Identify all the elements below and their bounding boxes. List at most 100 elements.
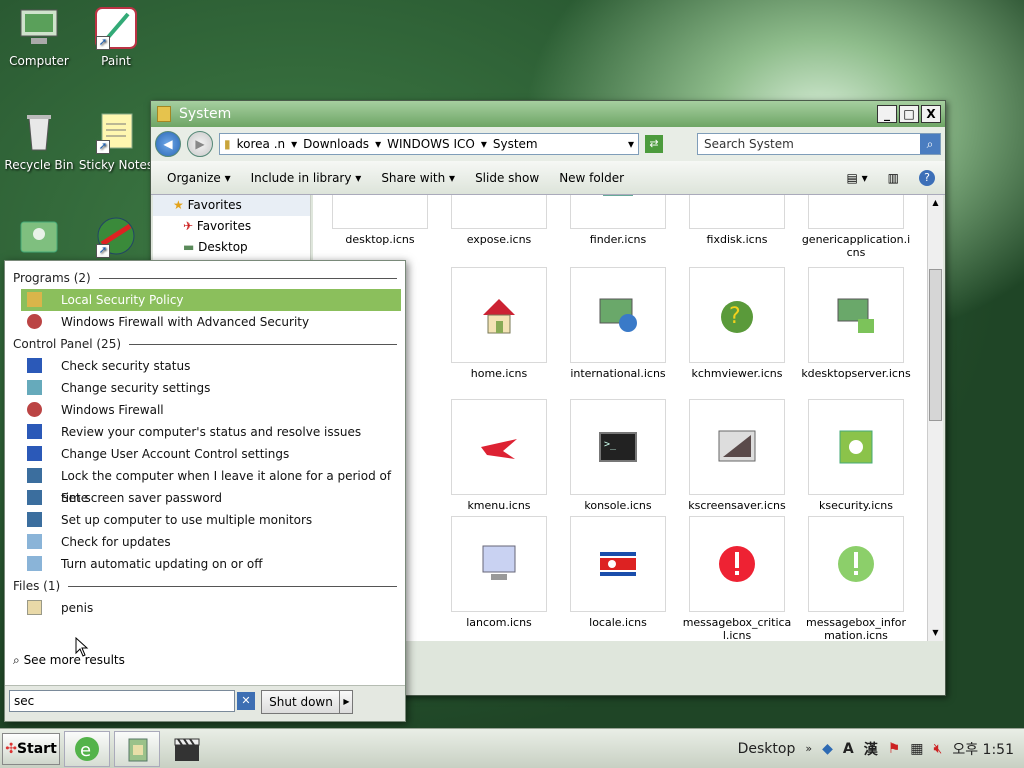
file-thumbnail: [808, 516, 904, 612]
desktop-icon-browser[interactable]: ➚: [78, 214, 154, 262]
breadcrumb-item[interactable]: korea .n: [237, 137, 286, 151]
minimize-button[interactable]: _: [877, 105, 897, 123]
mouse-cursor-icon: [75, 637, 89, 657]
result-control-item[interactable]: Set screen saver password: [21, 487, 401, 509]
file-item[interactable]: finder.icns: [563, 195, 673, 246]
result-control-item[interactable]: Set up computer to use multiple monitors: [21, 509, 401, 531]
file-thumbnail: [808, 267, 904, 363]
scroll-up-icon[interactable]: ▲: [928, 195, 943, 211]
desktop-icon-recycle-bin[interactable]: Recycle Bin: [1, 110, 77, 172]
new-folder-button[interactable]: New folder: [559, 171, 624, 185]
language-bar-icon[interactable]: ◆: [822, 741, 833, 757]
file-item[interactable]: home.icns: [444, 267, 554, 380]
favorites-icon: ✈: [183, 219, 194, 233]
file-name: messagebox_critical.icns: [682, 616, 792, 641]
desktop-icon-computer[interactable]: Computer: [1, 6, 77, 68]
file-item[interactable]: international.icns: [563, 267, 673, 380]
address-dropdown-icon[interactable]: ▾: [628, 137, 634, 151]
forward-button[interactable]: ▶: [187, 131, 213, 157]
taskbar-explorer-button[interactable]: [114, 730, 160, 767]
desktop-icon-user-folder[interactable]: [1, 214, 77, 262]
result-control-item[interactable]: Change security settings: [21, 377, 401, 399]
result-control-item[interactable]: Review your computer's status and resolv…: [21, 421, 401, 443]
search-icon[interactable]: ⌕: [920, 134, 940, 154]
see-more-results-link[interactable]: ⌕ See more results: [13, 649, 125, 671]
maximize-button[interactable]: □: [899, 105, 919, 123]
kmenu-icon: [481, 439, 517, 459]
breadcrumb-item[interactable]: WINDOWS ICO: [387, 137, 475, 151]
shut-down-options-icon[interactable]: ▶: [339, 690, 353, 714]
file-item[interactable]: ? kchmviewer.icns: [682, 267, 792, 380]
start-button[interactable]: ✣Start: [2, 732, 60, 765]
desktop-icon-sticky-notes[interactable]: ➚ Sticky Notes: [78, 110, 154, 172]
result-control-item[interactable]: Check for updates: [21, 531, 401, 553]
address-bar[interactable]: ▮ korea .n ▾ Downloads ▾ WINDOWS ICO ▾ Syst…: [219, 133, 639, 155]
window-titlebar[interactable]: System _ □ X: [151, 101, 945, 127]
file-item[interactable]: >_ konsole.icns: [563, 399, 673, 512]
slide-show-button[interactable]: Slide show: [475, 171, 539, 185]
nav-favorites[interactable]: ✈ Favorites: [153, 216, 310, 237]
back-button[interactable]: ◀: [155, 131, 181, 157]
file-item[interactable]: genericapplication.icns: [801, 195, 911, 259]
result-control-item[interactable]: Lock the computer when I leave it alone …: [21, 465, 401, 505]
result-control-item[interactable]: Turn automatic updating on or off: [21, 553, 401, 575]
clock[interactable]: 오후 1:51: [952, 739, 1014, 759]
result-local-security-policy[interactable]: Local Security Policy: [21, 289, 401, 311]
preview-pane-icon[interactable]: ▥: [888, 171, 899, 185]
file-item[interactable]: kmenu.icns: [444, 399, 554, 512]
file-item[interactable]: desktop.icns: [325, 195, 435, 246]
taskbar-media-button[interactable]: [164, 731, 210, 767]
file-item[interactable]: messagebox_critical.icns: [682, 516, 792, 641]
result-file-item[interactable]: penis: [21, 597, 401, 619]
file-thumbnail: [689, 516, 785, 612]
scroll-thumb[interactable]: [929, 269, 942, 421]
result-control-item[interactable]: Check security status: [21, 355, 401, 377]
file-item[interactable]: kdesktopserver.icns: [801, 267, 911, 380]
file-item[interactable]: lancom.icns: [444, 516, 554, 629]
programs-section-header: Programs (2): [5, 267, 405, 289]
file-name: messagebox_information.icns: [806, 616, 906, 641]
result-control-item[interactable]: Windows Firewall: [21, 399, 401, 421]
file-thumbnail: [451, 399, 547, 495]
include-in-library-menu[interactable]: Include in library ▾: [251, 171, 362, 185]
action-center-flag-icon[interactable]: ⚑: [888, 741, 901, 757]
nav-desktop[interactable]: ▬ Desktop: [153, 237, 310, 258]
result-label: penis: [61, 601, 94, 615]
toolbar-expand-icon[interactable]: »: [805, 742, 812, 755]
desktop-icon-paint[interactable]: ➚ Paint: [78, 6, 154, 68]
file-item[interactable]: ksecurity.icns: [801, 399, 911, 512]
browser-icon: e: [75, 736, 99, 761]
ime-hanja-button[interactable]: 漢: [864, 739, 878, 759]
result-windows-firewall-advanced[interactable]: Windows Firewall with Advanced Security: [21, 311, 401, 333]
file-item[interactable]: messagebox_information.icns: [801, 516, 911, 641]
file-thumbnail: [689, 399, 785, 495]
scroll-down-icon[interactable]: ▼: [928, 625, 943, 641]
result-control-item[interactable]: Change User Account Control settings: [21, 443, 401, 465]
file-item[interactable]: expose.icns: [444, 195, 554, 246]
search-input[interactable]: Search System ⌕: [697, 133, 941, 155]
clear-search-icon[interactable]: ✕: [237, 692, 255, 710]
network-icon[interactable]: ▦: [910, 741, 923, 757]
file-item[interactable]: locale.icns: [563, 516, 673, 629]
ime-mode-a[interactable]: A: [843, 741, 854, 757]
result-label: Check for updates: [61, 535, 171, 549]
refresh-button[interactable]: ⇄: [645, 135, 663, 153]
breadcrumb-item[interactable]: Downloads: [303, 137, 369, 151]
start-search-input[interactable]: sec: [9, 690, 235, 712]
file-item[interactable]: fixdisk.icns: [682, 195, 792, 246]
taskbar-browser-button[interactable]: e: [64, 730, 110, 767]
home-icon: [483, 299, 515, 334]
nav-favorites-header[interactable]: ★ Favorites: [153, 195, 310, 216]
help-icon[interactable]: ?: [919, 169, 935, 186]
view-options-icon[interactable]: ▤ ▾: [846, 171, 867, 185]
share-with-menu[interactable]: Share with ▾: [381, 171, 455, 185]
vertical-scrollbar[interactable]: ▲ ▼: [927, 195, 943, 641]
volume-muted-icon[interactable]: 🔇︎: [934, 741, 943, 757]
organize-menu[interactable]: Organize ▾: [167, 171, 231, 185]
system-tray: Desktop » ◆ A 漢 ⚑ ▦ 🔇︎ 오후 1:51: [738, 739, 1014, 759]
file-item[interactable]: kscreensaver.icns: [682, 399, 792, 512]
start-menu-search-results: Programs (2) Local Security Policy Windo…: [4, 260, 406, 722]
desktop-toolbar-label[interactable]: Desktop: [738, 741, 796, 757]
breadcrumb-item[interactable]: System: [493, 137, 538, 151]
close-button[interactable]: X: [921, 105, 941, 123]
